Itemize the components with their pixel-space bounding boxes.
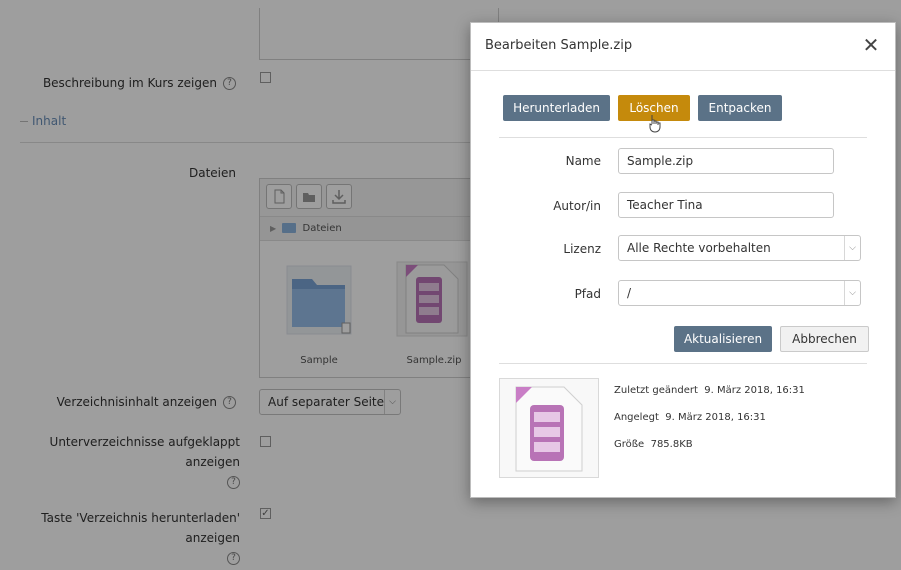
close-icon[interactable]: ✕	[861, 33, 881, 57]
zip-archive-icon	[515, 386, 583, 472]
path-select[interactable]: / ⌵	[618, 280, 861, 306]
name-label: Name	[565, 154, 601, 168]
hand-cursor-icon	[649, 115, 661, 133]
path-label: Pfad	[574, 287, 601, 301]
created-info: Angelegt 9. März 2018, 16:31	[614, 412, 766, 423]
download-button[interactable]: Herunterladen	[503, 95, 610, 121]
file-preview	[499, 378, 599, 478]
author-input[interactable]: Teacher Tina	[618, 192, 834, 218]
author-label: Autor/in	[553, 199, 601, 213]
dialog-header-divider	[471, 70, 895, 71]
size-info: Größe 785.8KB	[614, 439, 693, 450]
dialog-title: Bearbeiten Sample.zip	[485, 38, 633, 53]
cancel-button[interactable]: Abbrechen	[780, 326, 869, 352]
edit-file-dialog: Bearbeiten Sample.zip ✕ Herunterladen Lö…	[470, 22, 896, 498]
license-label: Lizenz	[563, 242, 601, 256]
form-divider	[499, 363, 867, 364]
chevron-down-icon: ⌵	[844, 281, 860, 305]
chevron-down-icon: ⌵	[844, 236, 860, 260]
buttons-divider	[499, 137, 867, 138]
name-input[interactable]: Sample.zip	[618, 148, 834, 174]
modified-info: Zuletzt geändert 9. März 2018, 16:31	[614, 385, 805, 396]
update-button[interactable]: Aktualisieren	[674, 326, 772, 352]
license-select[interactable]: Alle Rechte vorbehalten ⌵	[618, 235, 861, 261]
unzip-button[interactable]: Entpacken	[698, 95, 782, 121]
